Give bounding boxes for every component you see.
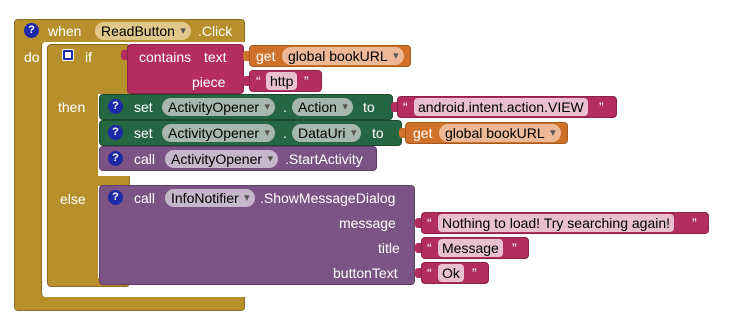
quote-open-icon: “ xyxy=(427,240,432,256)
quote-open-icon: “ xyxy=(256,73,261,89)
quote-open-icon: “ xyxy=(427,265,432,281)
dot-label: . xyxy=(283,125,287,141)
quote-close-icon: ” xyxy=(599,99,604,115)
dot-label: . xyxy=(283,99,287,115)
quote-close-icon: ” xyxy=(472,265,477,281)
property-dropdown[interactable]: Action xyxy=(292,98,353,116)
param-label-title: title xyxy=(378,240,400,256)
get-plug xyxy=(399,128,405,138)
quote-close-icon: ” xyxy=(304,73,309,89)
to-label: to xyxy=(372,125,384,141)
buttontext-string-value[interactable]: Ok xyxy=(438,264,464,282)
param-label-message: message xyxy=(339,215,396,231)
param-label-buttontext: buttonText xyxy=(333,265,398,281)
help-icon[interactable]: ? xyxy=(108,99,123,114)
contains-plug xyxy=(121,50,127,60)
component-dropdown[interactable]: ActivityOpener xyxy=(162,98,276,116)
help-icon[interactable]: ? xyxy=(108,190,123,205)
help-icon[interactable]: ? xyxy=(108,151,123,166)
buttontext-plug xyxy=(415,268,421,278)
piece-string-value[interactable]: http xyxy=(266,72,298,90)
do-label: do xyxy=(24,49,40,65)
event-name-label: .Click xyxy=(198,23,233,39)
quote-open-icon: “ xyxy=(427,215,432,231)
variable-dropdown[interactable]: global bookURL xyxy=(439,124,561,142)
piece-plug xyxy=(243,76,249,86)
title-plug xyxy=(415,243,421,253)
get-label: get xyxy=(413,125,433,141)
help-icon[interactable]: ? xyxy=(108,125,123,140)
property-dropdown[interactable]: DataUri xyxy=(292,124,362,142)
to-label: to xyxy=(363,99,375,115)
quote-close-icon: ” xyxy=(692,215,697,231)
if-label: if xyxy=(85,49,92,65)
else-label: else xyxy=(60,191,86,207)
component-dropdown[interactable]: ActivityOpener xyxy=(165,150,279,168)
then-label: then xyxy=(58,99,86,115)
set-label: set xyxy=(134,99,153,115)
quote-open-icon: “ xyxy=(403,99,408,115)
get-label: get xyxy=(256,48,276,64)
call-label: call xyxy=(134,151,156,167)
contains-label: contains xyxy=(139,49,192,65)
method-label: .ShowMessageDialog xyxy=(260,190,396,206)
component-dropdown[interactable]: ReadButton xyxy=(95,22,191,40)
mutator-icon[interactable] xyxy=(62,49,74,61)
when-label: when xyxy=(48,23,82,39)
text-label: text xyxy=(204,49,227,65)
piece-label: piece xyxy=(192,74,226,90)
quote-close-icon: ” xyxy=(512,240,517,256)
message-plug xyxy=(415,218,421,228)
set-label: set xyxy=(134,125,153,141)
action-string-value[interactable]: android.intent.action.VIEW xyxy=(414,98,588,116)
method-label: .StartActivity xyxy=(285,151,363,167)
message-string-value[interactable]: Nothing to load! Try searching again! xyxy=(438,214,675,232)
component-dropdown[interactable]: InfoNotifier xyxy=(165,189,255,207)
variable-dropdown[interactable]: global bookURL xyxy=(282,47,404,65)
action-plug xyxy=(391,102,397,112)
get-plug xyxy=(243,51,249,61)
call-label: call xyxy=(134,190,156,206)
help-icon[interactable]: ? xyxy=(24,23,39,38)
component-dropdown[interactable]: ActivityOpener xyxy=(162,124,276,142)
title-string-value[interactable]: Message xyxy=(438,239,503,257)
